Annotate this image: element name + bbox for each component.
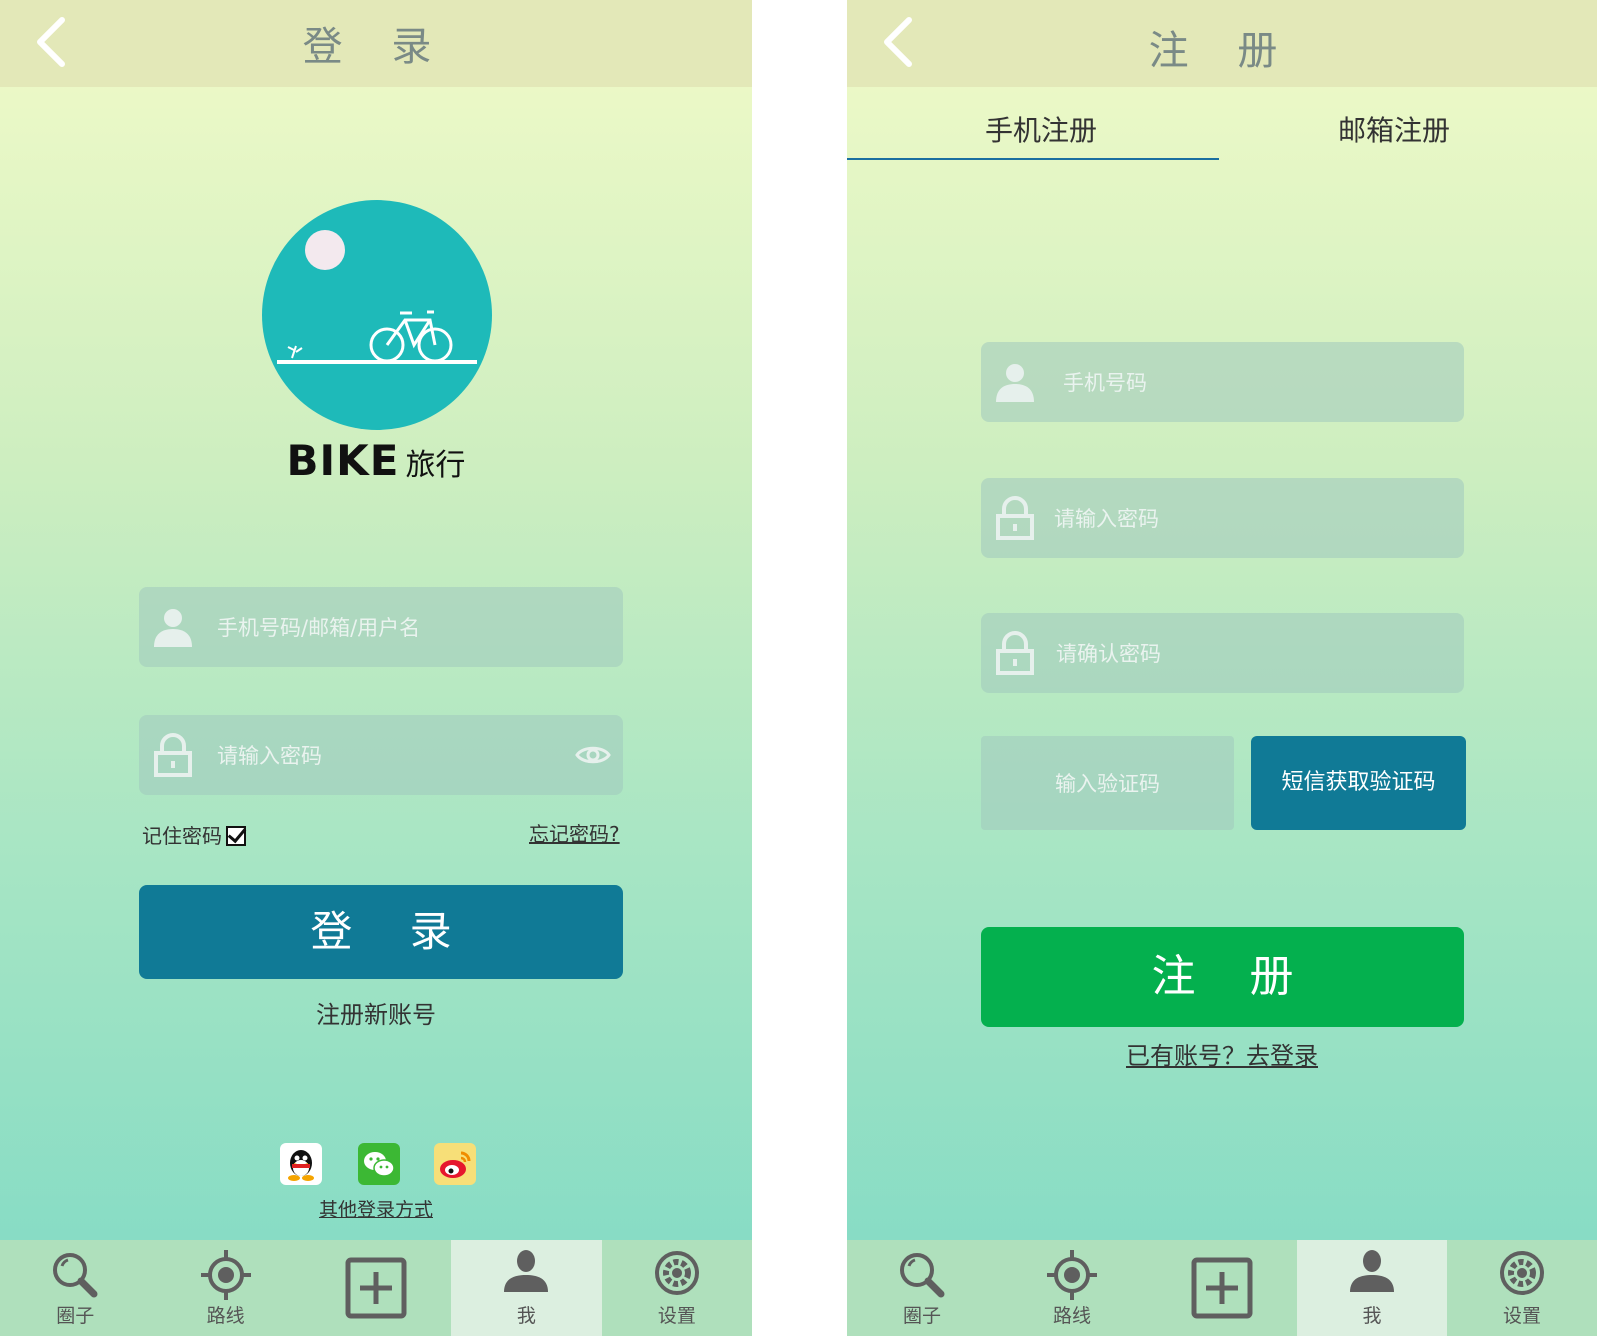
gear-icon: [1500, 1251, 1544, 1295]
tab-add[interactable]: [1147, 1240, 1297, 1336]
code-placeholder: 输入验证码: [1055, 772, 1160, 796]
bottom-tabbar: 圈子 路线 我 设置: [847, 1240, 1597, 1336]
eye-icon[interactable]: [575, 744, 611, 766]
tab-route[interactable]: 路线: [150, 1240, 300, 1336]
user-icon: [504, 1250, 549, 1292]
add-icon: [345, 1257, 407, 1319]
gear-icon: [654, 1251, 699, 1295]
remember-checkbox[interactable]: [226, 826, 246, 846]
phone-input[interactable]: 手机号码: [981, 342, 1464, 422]
lock-icon: [154, 733, 192, 777]
tab-phone-register[interactable]: 手机注册: [985, 109, 1097, 149]
forgot-password-link[interactable]: 忘记密码?: [529, 818, 620, 847]
user-icon: [996, 364, 1034, 402]
brand-bike-text: BIKE: [286, 436, 400, 485]
active-tab-underline: [847, 158, 1219, 160]
tab-circle[interactable]: 圈子: [0, 1240, 150, 1336]
register-link[interactable]: 注册新账号: [0, 995, 752, 1030]
username-placeholder: 手机号码/邮箱/用户名: [217, 616, 421, 640]
brand-name: BIKE 旅行: [0, 436, 752, 485]
register-button[interactable]: 注 册: [981, 927, 1464, 1027]
tab-label: 路线: [1052, 1305, 1091, 1327]
login-button[interactable]: 登 录: [139, 885, 623, 979]
username-input[interactable]: 手机号码/邮箱/用户名: [139, 587, 623, 667]
remember-label: 记住密码: [142, 824, 222, 848]
password-placeholder: 请输入密码: [1054, 507, 1159, 531]
user-icon: [1350, 1250, 1394, 1292]
tab-label: 设置: [1502, 1305, 1541, 1327]
tab-settings[interactable]: 设置: [602, 1240, 752, 1336]
tab-me[interactable]: 我: [1297, 1240, 1447, 1336]
tab-label: 圈子: [56, 1305, 95, 1327]
verification-code-input[interactable]: 输入验证码: [981, 736, 1234, 830]
phone-placeholder: 手机号码: [1063, 371, 1147, 395]
page-title: 注 册: [1148, 28, 1296, 74]
login-screen: 登 录 BIKE 旅行 手机号码/邮箱/用户名 请输入密码 记住密码 忘记密码?…: [0, 0, 752, 1336]
remember-password[interactable]: 记住密码: [142, 820, 246, 849]
tab-label: 设置: [657, 1305, 696, 1327]
tab-label: 路线: [206, 1305, 245, 1327]
titlebar: 注 册: [847, 0, 1597, 87]
bike-logo: [262, 200, 492, 430]
password-input[interactable]: 请输入密码: [981, 478, 1464, 558]
tab-email-register[interactable]: 邮箱注册: [1338, 109, 1450, 149]
page-title: 登 录: [302, 24, 450, 70]
other-login-link[interactable]: 其他登录方式: [0, 1195, 752, 1222]
titlebar: 登 录: [0, 0, 752, 87]
tab-label: 我: [516, 1305, 536, 1327]
password-placeholder: 请输入密码: [217, 744, 322, 768]
register-screen: 注 册 手机注册 邮箱注册 手机号码 请输入密码 请确认密码 输入验证码 短信获…: [847, 0, 1597, 1336]
tab-circle[interactable]: 圈子: [847, 1240, 997, 1336]
add-icon: [1191, 1257, 1253, 1319]
tab-label: 圈子: [902, 1305, 941, 1327]
get-sms-code-button[interactable]: 短信获取验证码: [1251, 736, 1466, 830]
password-input[interactable]: 请输入密码: [139, 715, 623, 795]
search-icon: [900, 1253, 945, 1298]
lock-icon: [996, 631, 1034, 675]
wechat-icon[interactable]: [358, 1143, 400, 1185]
locate-icon: [200, 1250, 251, 1300]
tab-route[interactable]: 路线: [997, 1240, 1147, 1336]
qq-icon[interactable]: [280, 1143, 322, 1185]
bottom-tabbar: 圈子 路线 我 设置: [0, 1240, 752, 1336]
go-login-link[interactable]: 已有账号？去登录: [847, 1036, 1597, 1071]
tab-label: 我: [1362, 1305, 1382, 1327]
weibo-icon[interactable]: [434, 1143, 476, 1185]
locate-icon: [1047, 1250, 1097, 1300]
tab-settings[interactable]: 设置: [1447, 1240, 1597, 1336]
confirm-password-input[interactable]: 请确认密码: [981, 613, 1464, 693]
register-tabs: 手机注册 邮箱注册: [847, 87, 1597, 162]
brand-travel-text: 旅行: [405, 448, 466, 483]
user-icon: [154, 609, 192, 647]
tab-me[interactable]: 我: [451, 1240, 602, 1336]
tab-add[interactable]: [301, 1240, 451, 1336]
lock-icon: [996, 496, 1034, 540]
search-icon: [53, 1253, 98, 1298]
confirm-placeholder: 请确认密码: [1056, 642, 1161, 666]
